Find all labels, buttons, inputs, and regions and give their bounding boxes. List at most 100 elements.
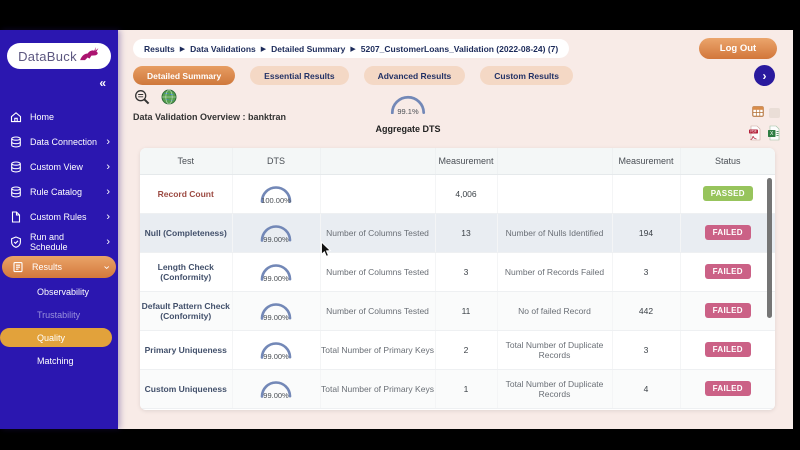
sidebar-item-run-and-schedule[interactable]: Run and Schedule › [0,231,118,253]
sidebar-item-data-connection[interactable]: Data Connection › [0,131,118,153]
measurement-1-value: 1 [434,369,497,409]
dts-value: 99.00% [263,312,289,322]
measurement-2-value [611,174,680,214]
measurement-1-value: 4,006 [434,174,497,214]
sidebar-item-label: Data Connection [30,137,98,147]
file-icon [10,211,22,223]
dts-value: 99.00% [263,390,289,400]
measurement-2-value: 442 [611,291,680,331]
breadcrumb-part[interactable]: 5207_CustomerLoans_Validation (2022-08-2… [361,44,558,54]
breadcrumb[interactable]: Results ▶ Data Validations ▶ Detailed Su… [133,39,570,58]
overview-tools [134,89,177,110]
table-row-length-check[interactable]: Length Check (Conformity) 99.00% Number … [140,252,775,292]
logo-text: DataBuck [18,48,77,64]
dts-gauge: 100.00% [258,183,294,205]
sidebar-item-results[interactable]: Results › [2,256,116,278]
breadcrumb-part[interactable]: Detailed Summary [271,44,345,54]
measurement-1-label: Number of Columns Tested [319,213,435,253]
clipboard-icon [12,261,24,273]
sidebar-collapse-button[interactable]: « [0,69,118,90]
table-row-default-pattern-check[interactable]: Default Pattern Check (Conformity) 99.00… [140,291,775,331]
table-row-custom-uniqueness[interactable]: Custom Uniqueness 99.00% Total Number of… [140,369,775,409]
sidebar-item-rule-catalog[interactable]: Rule Catalog › [0,181,118,203]
grid-view-icon[interactable] [769,108,780,118]
measurement-2-value: 3 [611,330,680,370]
status-badge: FAILED [704,264,751,279]
sidebar-subitem-label: Trustability [37,309,81,320]
tabs: Detailed Summary Essential Results Advan… [133,66,573,85]
home-icon [10,111,22,123]
results-table: Test DTS Measurement Measurement Status … [140,148,775,409]
logout-button[interactable]: Log Out [699,38,777,59]
status-badge: FAILED [704,342,751,357]
breadcrumb-part[interactable]: Data Validations [190,44,256,54]
chevron-right-icon: › [106,135,110,148]
col-header-test: Test [140,148,232,175]
tab-advanced-results[interactable]: Advanced Results [363,66,466,85]
sidebar-item-custom-rules[interactable]: Custom Rules › [0,206,118,228]
sidebar-item-label: Home [30,112,55,122]
export-actions: PDF X [746,104,780,149]
databuck-deer-icon [79,46,100,66]
test-name: Default Pattern Check (Conformity) [140,291,232,331]
zoom-search-icon[interactable] [134,89,150,110]
table-view-icon[interactable] [752,104,764,122]
table-row-record-count[interactable]: Record Count 100.00% 4,006 PASSED [140,174,775,214]
measurement-1-label: Number of Columns Tested [319,291,435,331]
aggregate-dts: 99.1% Aggregate DTS [373,92,443,134]
measurement-1-value: 13 [434,213,497,253]
col-header-blank [496,148,612,175]
sidebar-subitem-observability[interactable]: Observability [0,282,118,301]
database-icon [10,186,22,198]
database-icon [10,136,22,148]
measurement-1-label [319,174,435,214]
table-header-row: Test DTS Measurement Measurement Status [140,148,775,175]
measurement-1-label: Total Number of Primary Keys [319,369,435,409]
tab-essential-results[interactable]: Essential Results [250,66,349,85]
breadcrumb-separator-icon: ▶ [350,45,356,53]
overview-title: Data Validation Overview : banktran [133,112,287,122]
tab-detailed-summary[interactable]: Detailed Summary [133,66,236,85]
main-area: Results ▶ Data Validations ▶ Detailed Su… [118,30,793,429]
excel-export-icon[interactable]: X [767,125,780,146]
sidebar-item-home[interactable]: Home [0,106,118,128]
test-name: Primary Uniqueness [140,330,232,370]
col-header-dts: DTS [231,148,320,175]
measurement-2-value: 194 [611,213,680,253]
sidebar-item-custom-view[interactable]: Custom View › [0,156,118,178]
measurement-2-label: Number of Nulls Identified [496,213,612,253]
dts-gauge: 99.00% [258,222,294,244]
test-name: Custom Uniqueness [140,369,232,409]
col-header-measurement-2: Measurement [611,148,680,175]
breadcrumb-separator-icon: ▶ [179,45,186,53]
measurement-1-value: 2 [434,330,497,370]
chevron-right-icon: › [106,210,110,223]
table-scrollbar[interactable] [767,178,772,318]
sidebar-subitem-quality[interactable]: Quality [0,328,112,347]
sidebar-subitem-trustability[interactable]: Trustability [0,305,118,324]
results-table-card: Test DTS Measurement Measurement Status … [140,148,775,410]
measurement-2-value: 4 [611,369,680,409]
dts-value: 99.00% [263,351,289,361]
sidebar-subitem-matching[interactable]: Matching [0,351,118,370]
svg-text:PDF: PDF [750,130,756,134]
dts-value: 99.00% [263,273,289,283]
breadcrumb-part[interactable]: Results [144,44,175,54]
col-header-measurement-1: Measurement [434,148,497,175]
pdf-export-icon[interactable]: PDF [748,125,762,146]
measurement-2-label: No of failed Record [496,291,612,331]
databuck-logo[interactable]: DataBuck [7,43,111,69]
measurement-2-label [496,174,612,214]
table-row-null-completeness[interactable]: Null (Completeness) 99.00% Number of Col… [140,213,775,253]
globe-icon[interactable] [161,89,177,110]
sidebar-item-label: Custom Rules [30,212,87,222]
status-badge: FAILED [704,303,751,318]
tab-custom-results[interactable]: Custom Results [480,66,573,85]
table-row-primary-uniqueness[interactable]: Primary Uniqueness 99.00% Total Number o… [140,330,775,370]
tabs-next-button[interactable]: › [754,65,775,86]
database-icon [10,161,22,173]
sidebar: DataBuck « Home Data Connection › Custom… [0,30,118,429]
sidebar-item-label: Run and Schedule [30,232,68,252]
app-content: DataBuck « Home Data Connection › Custom… [0,30,793,429]
chevron-right-icon: › [106,160,110,173]
